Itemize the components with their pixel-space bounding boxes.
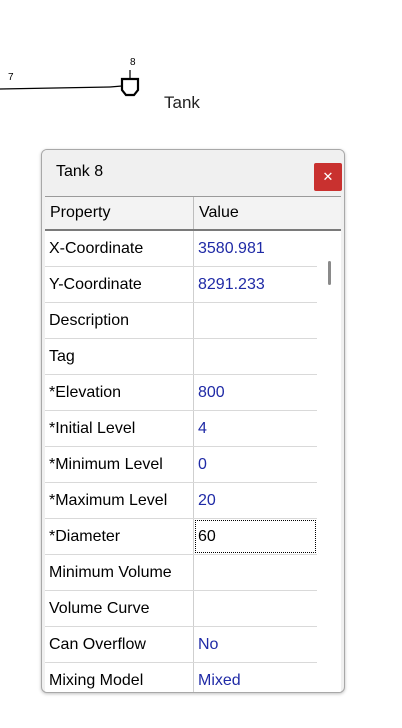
node-label-8: 8 bbox=[130, 57, 136, 68]
header-value[interactable]: Value bbox=[194, 197, 341, 229]
property-value-cell[interactable]: 20 bbox=[194, 483, 317, 518]
property-name-cell: *Initial Level bbox=[45, 411, 194, 446]
property-value-cell[interactable]: 8291.233 bbox=[194, 267, 317, 302]
property-value-cell[interactable] bbox=[194, 555, 317, 590]
property-name-cell: Mixing Model bbox=[45, 663, 194, 692]
property-value-cell[interactable] bbox=[194, 339, 317, 374]
property-value-cell[interactable]: 0 bbox=[194, 447, 317, 482]
grid-header: Property Value bbox=[45, 197, 341, 231]
property-row[interactable]: Mixing Model Mixed bbox=[45, 663, 317, 692]
property-value-cell[interactable] bbox=[194, 303, 317, 338]
property-editor-window: Tank 8 ✕ Property Value X-Coordinate 3580… bbox=[41, 149, 345, 693]
property-row[interactable]: X-Coordinate 3580.981 bbox=[45, 231, 317, 267]
pipe-link[interactable] bbox=[0, 86, 111, 90]
vertical-scrollbar[interactable] bbox=[319, 231, 341, 692]
property-row[interactable]: *Elevation 800 bbox=[45, 375, 317, 411]
property-row[interactable]: Can Overflow No bbox=[45, 627, 317, 663]
property-name-cell: *Elevation bbox=[45, 375, 194, 410]
property-name-cell: Volume Curve bbox=[45, 591, 194, 626]
node-label-7: 7 bbox=[8, 72, 14, 83]
property-name-cell: Description bbox=[45, 303, 194, 338]
tank-node-icon[interactable] bbox=[120, 70, 140, 97]
property-value-cell[interactable] bbox=[194, 591, 317, 626]
property-value-cell[interactable]: 4 bbox=[194, 411, 317, 446]
property-row[interactable]: *Minimum Level 0 bbox=[45, 447, 317, 483]
property-row[interactable]: Volume Curve bbox=[45, 591, 317, 627]
property-value-cell[interactable]: Mixed bbox=[194, 663, 317, 692]
property-row[interactable]: Y-Coordinate 8291.233 bbox=[45, 267, 317, 303]
pipe-link-segment[interactable] bbox=[109, 85, 123, 88]
property-name-cell: Minimum Volume bbox=[45, 555, 194, 590]
property-row[interactable]: *Initial Level 4 bbox=[45, 411, 317, 447]
property-name-cell: *Minimum Level bbox=[45, 447, 194, 482]
network-map[interactable]: 7 8 Tank bbox=[0, 0, 402, 140]
property-row[interactable]: *Diameter 60 bbox=[45, 519, 317, 555]
close-icon: ✕ bbox=[322, 169, 334, 184]
property-name-cell: Tag bbox=[45, 339, 194, 374]
property-grid: Property Value X-Coordinate 3580.981 Y-Coo… bbox=[45, 196, 341, 692]
property-row[interactable]: Description bbox=[45, 303, 317, 339]
window-titlebar[interactable]: Tank 8 ✕ bbox=[42, 150, 344, 196]
scrollbar-thumb[interactable] bbox=[328, 261, 331, 285]
property-name-cell: Can Overflow bbox=[45, 627, 194, 662]
property-name-cell: *Diameter bbox=[45, 519, 194, 554]
property-name-cell: *Maximum Level bbox=[45, 483, 194, 518]
property-name-cell: X-Coordinate bbox=[45, 231, 194, 266]
tank-map-label: Tank bbox=[164, 93, 200, 112]
property-value-cell[interactable]: 800 bbox=[194, 375, 317, 410]
property-row[interactable]: *Maximum Level 20 bbox=[45, 483, 317, 519]
property-value-cell[interactable]: No bbox=[194, 627, 317, 662]
property-value-input[interactable]: 60 bbox=[194, 519, 317, 554]
header-property[interactable]: Property bbox=[45, 197, 194, 229]
property-value-cell[interactable]: 3580.981 bbox=[194, 231, 317, 266]
close-button[interactable]: ✕ bbox=[314, 163, 342, 191]
window-title: Tank 8 bbox=[56, 163, 104, 180]
property-row[interactable]: Minimum Volume bbox=[45, 555, 317, 591]
property-name-cell: Y-Coordinate bbox=[45, 267, 194, 302]
map-canvas[interactable] bbox=[0, 0, 402, 140]
property-row[interactable]: Tag bbox=[45, 339, 317, 375]
